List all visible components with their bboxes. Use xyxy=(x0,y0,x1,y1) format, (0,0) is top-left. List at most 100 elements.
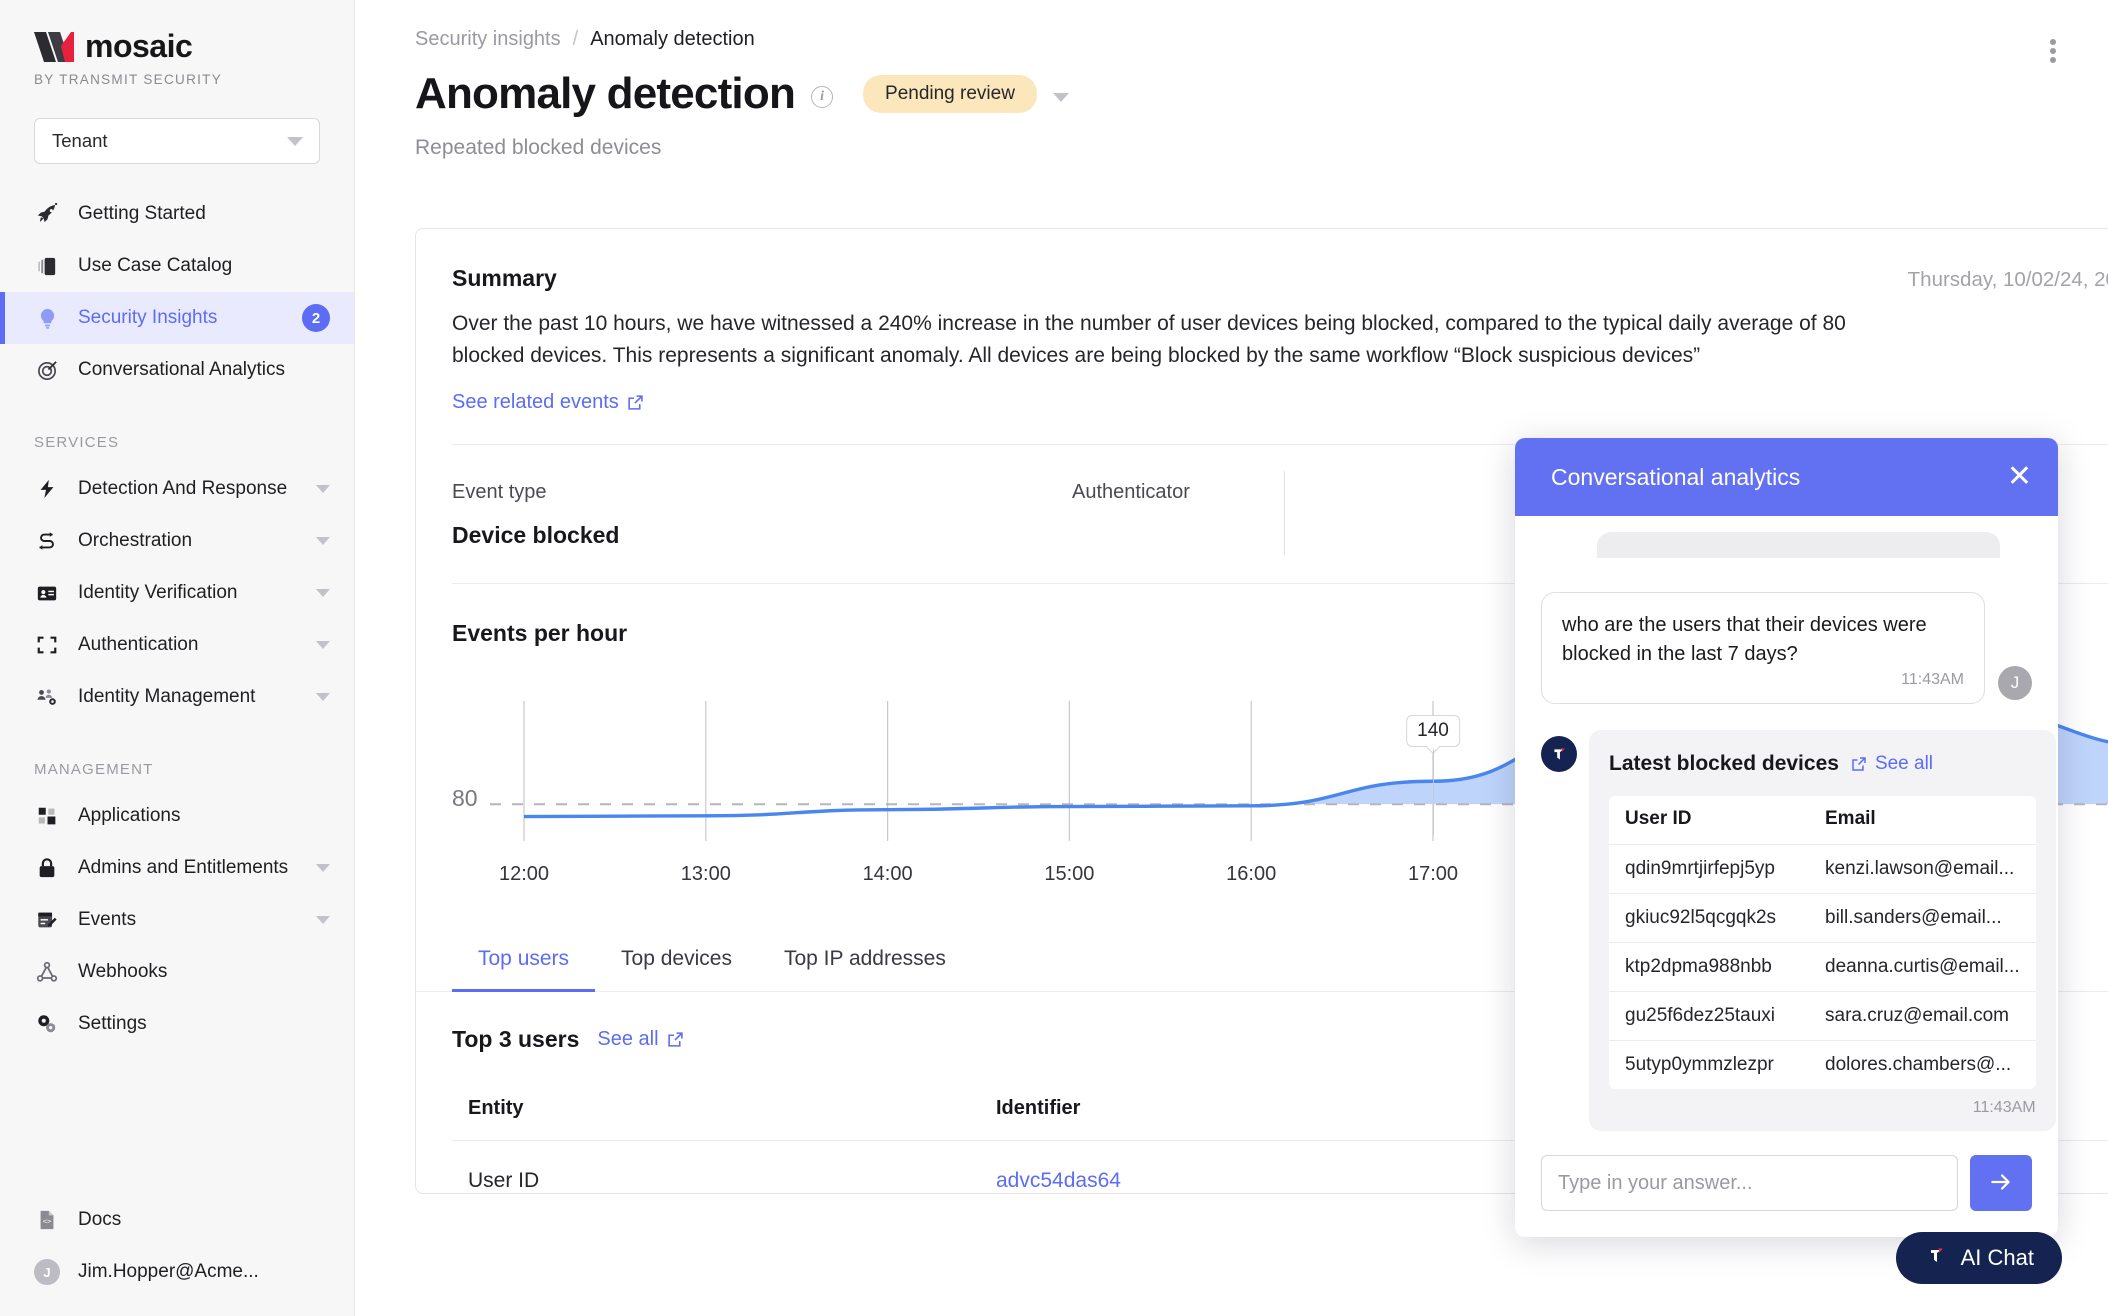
sidebar-item-orchestration[interactable]: Orchestration xyxy=(0,515,354,567)
sidebar-bottom: <> Docs J Jim.Hopper@Acme... xyxy=(0,1194,354,1298)
sidebar-item-label: Events xyxy=(78,909,137,930)
see-related-events-label: See related events xyxy=(452,390,619,413)
kebab-dot xyxy=(2050,57,2056,63)
tab-top-users[interactable]: Top users xyxy=(452,925,596,992)
sidebar-item-conversational-analytics[interactable]: Conversational Analytics xyxy=(0,344,354,396)
info-icon[interactable]: i xyxy=(811,86,834,108)
external-link-icon xyxy=(667,1031,684,1048)
vertical-divider xyxy=(1284,470,1285,555)
summary-title: Summary xyxy=(452,265,557,291)
sidebar-item-settings[interactable]: Settings xyxy=(0,998,354,1050)
sidebar-item-label: Orchestration xyxy=(78,530,193,551)
page-header: Anomaly detection i Pending review xyxy=(355,51,2108,119)
column-header-user-id: User ID xyxy=(1625,808,1692,829)
see-related-events-link[interactable]: See related events xyxy=(452,391,644,414)
sidebar-item-use-case-catalog[interactable]: Use Case Catalog xyxy=(0,240,354,292)
bot-see-all-link[interactable]: See all xyxy=(1851,753,1933,775)
conversational-analytics-panel: Conversational analytics ✕ who are the u… xyxy=(1515,438,2058,1237)
chat-messages: who are the users that their devices wer… xyxy=(1515,516,2058,1137)
ai-chat-button[interactable]: AI Chat xyxy=(1895,1232,2062,1284)
id-card-icon xyxy=(34,580,60,606)
sidebar-item-authentication[interactable]: Authentication xyxy=(0,619,354,671)
sidebar-item-identity-management[interactable]: Identity Management xyxy=(0,671,354,723)
bot-card-title: Latest blocked devices xyxy=(1609,752,1839,775)
brand-name: mosaic xyxy=(85,28,193,64)
sidebar-item-label: Identity Management xyxy=(78,686,256,707)
sidebar-item-user-account[interactable]: J Jim.Hopper@Acme... xyxy=(0,1246,354,1298)
sidebar-item-docs[interactable]: <> Docs xyxy=(0,1194,354,1246)
tab-top-devices[interactable]: Top devices xyxy=(595,925,758,992)
sidebar-item-label: Conversational Analytics xyxy=(78,359,285,380)
sidebar-item-detection-and-response[interactable]: Detection And Response xyxy=(0,463,354,515)
kebab-dot xyxy=(2050,48,2056,54)
chart-x-tick: 17:00 xyxy=(1407,862,1459,885)
cell-email: kenzi.lawson@email... xyxy=(1825,858,2015,879)
user-message-bubble: who are the users that their devices wer… xyxy=(1541,592,1985,704)
send-button[interactable] xyxy=(1970,1155,2032,1211)
chart-x-tick: 14:00 xyxy=(862,862,913,885)
sidebar-item-events[interactable]: Events xyxy=(0,894,354,946)
more-options-button[interactable] xyxy=(2040,36,2066,66)
chevron-down-icon[interactable] xyxy=(316,485,330,493)
gears-icon xyxy=(34,1011,60,1037)
calendar-edit-icon xyxy=(34,907,60,933)
sidebar-primary-nav: Getting Started Use Case Catalog Securit… xyxy=(0,188,354,396)
sidebar-item-getting-started[interactable]: Getting Started xyxy=(0,188,354,240)
breadcrumb-parent[interactable]: Security insights xyxy=(415,28,561,51)
flow-icon xyxy=(34,528,60,554)
rocket-icon xyxy=(34,201,60,227)
top-users-see-all-link[interactable]: See all xyxy=(597,1028,683,1051)
sidebar-item-label: Getting Started xyxy=(78,203,206,224)
close-icon[interactable]: ✕ xyxy=(2007,462,2032,492)
page-subtitle: Repeated blocked devices xyxy=(415,136,662,159)
kebab-dot xyxy=(2050,39,2056,45)
sidebar-item-label: Detection And Response xyxy=(78,478,288,499)
external-link-icon xyxy=(1851,756,1868,773)
arrow-right-icon xyxy=(1988,1169,2014,1198)
chart-x-tick: 15:00 xyxy=(1044,862,1095,885)
breadcrumb-current: Anomaly detection xyxy=(590,28,755,50)
sidebar-section-management: MANAGEMENT xyxy=(34,761,154,778)
status-badge[interactable]: Pending review xyxy=(863,75,1037,113)
cell-entity: User ID xyxy=(468,1168,540,1192)
chevron-down-icon[interactable] xyxy=(316,864,330,872)
chat-footer xyxy=(1515,1137,2058,1237)
cell-user-id: ktp2dpma988nbb xyxy=(1625,956,1772,977)
book-icon xyxy=(34,253,60,279)
chevron-down-icon[interactable] xyxy=(316,693,330,701)
chevron-down-icon[interactable] xyxy=(316,916,330,924)
transmit-logo-icon xyxy=(1924,1243,1948,1273)
chevron-down-icon[interactable] xyxy=(316,589,330,597)
table-header-row: User ID Email xyxy=(1609,796,2036,844)
user-message-text: who are the users that their devices wer… xyxy=(1562,614,1927,665)
target-icon xyxy=(34,357,60,383)
sidebar-item-label: Webhooks xyxy=(78,961,168,982)
chevron-down-icon[interactable] xyxy=(316,537,330,545)
sidebar-item-applications[interactable]: Applications xyxy=(0,790,354,842)
tenant-select-value: Tenant xyxy=(52,130,108,151)
sidebar-item-label: Applications xyxy=(78,805,181,826)
top-users-title: Top 3 users xyxy=(452,1025,580,1052)
chart-x-tick: 12:00 xyxy=(498,862,550,885)
app-root: mosaic BY TRANSMIT SECURITY Tenant Getti… xyxy=(0,0,2108,1316)
tenant-select[interactable]: Tenant xyxy=(34,118,320,164)
sidebar-item-webhooks[interactable]: Webhooks xyxy=(0,946,354,998)
bolt-icon xyxy=(34,476,60,502)
tab-top-ip-addresses[interactable]: Top IP addresses xyxy=(758,925,972,992)
chat-input[interactable] xyxy=(1541,1155,1958,1211)
sidebar-item-admins-and-entitlements[interactable]: Admins and Entitlements xyxy=(0,842,354,894)
chevron-down-icon[interactable] xyxy=(316,641,330,649)
bot-message-time: 11:43AM xyxy=(1972,1099,2036,1116)
sidebar-item-identity-verification[interactable]: Identity Verification xyxy=(0,567,354,619)
see-all-label: See all xyxy=(597,1027,659,1050)
external-link-icon xyxy=(627,394,644,411)
chevron-down-icon[interactable] xyxy=(1052,92,1069,102)
cell-email: deanna.curtis@email... xyxy=(1825,956,2020,977)
breadcrumb: Security insights / Anomaly detection xyxy=(355,0,2108,51)
previous-message-partial xyxy=(1597,532,2000,558)
sidebar-services-nav: Detection And Response Orchestration Ide… xyxy=(0,463,354,723)
page-title: Anomaly detection xyxy=(415,69,796,118)
sidebar-item-security-insights[interactable]: Security Insights 2 xyxy=(0,292,354,344)
cell-email: sara.cruz@email.com xyxy=(1825,1005,2009,1026)
table-row: 5utyp0ymmzlezpr dolores.chambers@... xyxy=(1609,1040,2036,1089)
